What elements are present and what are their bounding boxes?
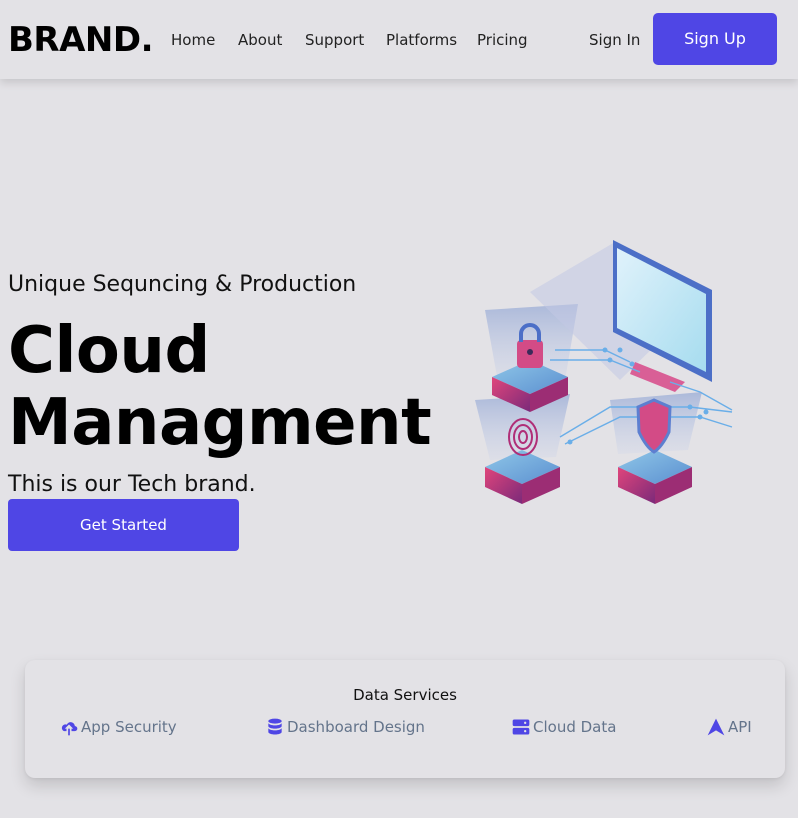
service-api[interactable]: API xyxy=(706,716,752,738)
monitor-stand xyxy=(630,362,685,392)
get-started-button[interactable]: Get Started xyxy=(8,499,239,551)
sign-in-link[interactable]: Sign In xyxy=(589,30,640,50)
service-dashboard-design[interactable]: Dashboard Design xyxy=(265,716,425,738)
data-services-card: Data Services App Security Dashboard Des… xyxy=(25,660,785,778)
navbar: BRAND. Home About Support Platforms Pric… xyxy=(0,0,798,79)
service-label: Cloud Data xyxy=(533,718,617,736)
nav-link-support[interactable]: Support xyxy=(305,30,364,50)
nav-link-platforms[interactable]: Platforms xyxy=(386,30,457,50)
service-cloud-data[interactable]: Cloud Data xyxy=(511,716,616,738)
service-label: API xyxy=(728,718,752,736)
sign-up-button[interactable]: Sign Up xyxy=(653,13,777,65)
hero-title: Cloud Managment xyxy=(8,314,432,460)
service-label: Dashboard Design xyxy=(287,718,425,736)
illustration-svg xyxy=(475,240,733,504)
hero-subtitle: This is our Tech brand. xyxy=(8,472,256,497)
nav-link-pricing[interactable]: Pricing xyxy=(477,30,528,50)
nav-link-about[interactable]: About xyxy=(238,30,282,50)
database-icon xyxy=(265,717,285,737)
services-title: Data Services xyxy=(353,686,457,704)
cloud-security-illustration xyxy=(470,232,750,532)
service-label: App Security xyxy=(81,718,177,736)
hero-title-line-1: Cloud xyxy=(8,314,210,388)
cloud-upload-icon xyxy=(59,717,79,737)
hero-tagline: Unique Sequncing & Production xyxy=(8,272,357,297)
api-arrow-icon xyxy=(706,717,726,737)
service-app-security[interactable]: App Security xyxy=(59,716,177,738)
nav-link-home[interactable]: Home xyxy=(171,30,215,50)
hero-title-line-2: Managment xyxy=(8,386,432,460)
server-icon xyxy=(511,717,531,737)
